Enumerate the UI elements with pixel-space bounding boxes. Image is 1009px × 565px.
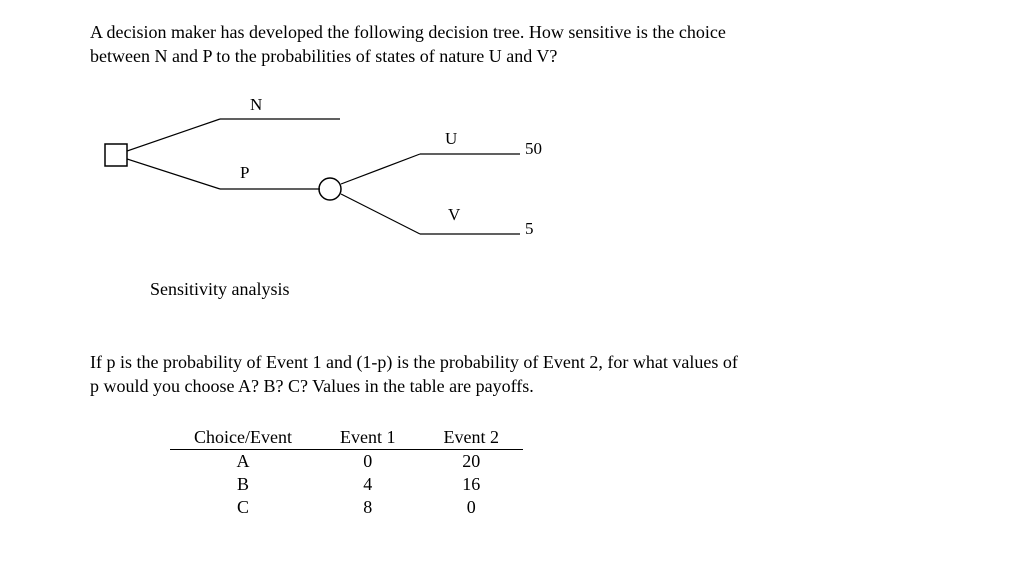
table-cell: 0 [419,496,523,519]
table-header-row: Choice/Event Event 1 Event 2 [170,426,523,450]
problem2-text: If p is the probability of Event 1 and (… [90,350,920,399]
table-cell: 20 [419,450,523,474]
payoff-table: Choice/Event Event 1 Event 2 A 0 20 B 4 … [170,426,523,519]
table-row: A 0 20 [170,450,523,474]
tree-svg [100,89,600,269]
problem1-line2: between N and P to the probabilities of … [90,46,557,66]
table-row: C 8 0 [170,496,523,519]
tree-label-P: P [240,163,249,183]
table-cell: 4 [316,473,420,496]
table-row: B 4 16 [170,473,523,496]
table-header-event2: Event 2 [419,426,523,450]
tree-value-V: 5 [525,219,534,239]
tree-label-N: N [250,95,262,115]
problem2-line1: If p is the probability of Event 1 and (… [90,352,738,372]
table-cell: 16 [419,473,523,496]
table-cell: C [170,496,316,519]
table-cell: B [170,473,316,496]
problem1-text: A decision maker has developed the follo… [90,20,910,69]
tree-value-U: 50 [525,139,542,159]
table-cell: A [170,450,316,474]
tree-label-U: U [445,129,457,149]
table-cell: 0 [316,450,420,474]
tree-label-V: V [448,205,460,225]
decision-tree-diagram: N P U 50 V 5 [100,89,600,269]
table-header-event1: Event 1 [316,426,420,450]
table-cell: 8 [316,496,420,519]
problem1-line1: A decision maker has developed the follo… [90,22,726,42]
sensitivity-heading: Sensitivity analysis [150,279,1009,300]
table-header-choice: Choice/Event [170,426,316,450]
problem2-line2: p would you choose A? B? C? Values in th… [90,376,534,396]
